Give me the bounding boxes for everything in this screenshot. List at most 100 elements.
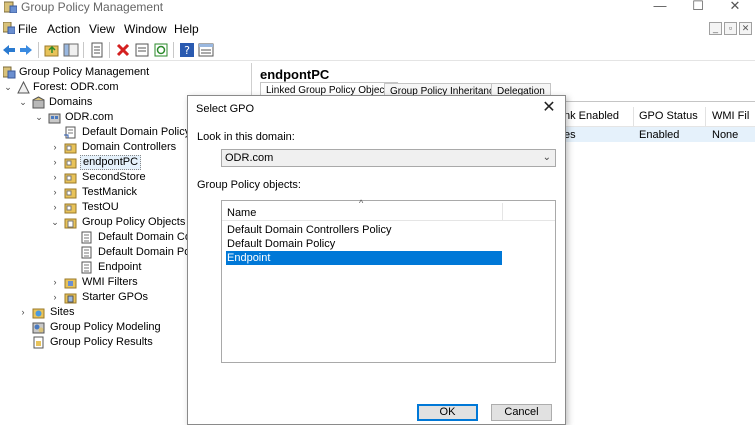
details-heading: endpontPC xyxy=(260,67,330,82)
chevron-down-icon[interactable]: ⌄ xyxy=(34,110,44,125)
export-list-icon[interactable] xyxy=(134,42,150,58)
list-item[interactable]: Default Domain Policy xyxy=(226,237,502,251)
gpo-container-folder-icon xyxy=(64,218,77,229)
wmi-folder-icon xyxy=(64,278,77,289)
mdi-restore-button[interactable]: ▫ xyxy=(724,22,737,35)
toolbar-separator xyxy=(83,42,84,58)
back-arrow-icon[interactable] xyxy=(1,42,17,58)
mdi-window-icon[interactable] xyxy=(3,22,15,34)
list-header[interactable]: Name ^ xyxy=(222,198,555,221)
dialog-close-button[interactable]: ✕ xyxy=(539,98,559,118)
menu-help[interactable]: Help xyxy=(174,22,199,36)
close-button[interactable]: ✕ xyxy=(715,0,755,14)
menu-window[interactable]: Window xyxy=(124,22,167,36)
look-in-domain-label: Look in this domain: xyxy=(197,131,295,143)
minimize-button[interactable]: — xyxy=(640,0,680,14)
tree-label: Group Policy Modeling xyxy=(50,321,161,333)
title-bar: Group Policy Management — ☐ ✕ xyxy=(0,0,755,16)
view-details-icon[interactable] xyxy=(198,42,214,58)
ou-folder-icon xyxy=(64,203,77,214)
chevron-right-icon[interactable]: › xyxy=(50,155,60,170)
chevron-down-icon[interactable]: ⌄ xyxy=(18,95,28,110)
tree-label: ODR.com xyxy=(65,111,114,123)
list-item-selected[interactable]: Endpoint xyxy=(226,251,502,265)
chevron-down-icon[interactable]: ⌄ xyxy=(543,150,551,166)
properties-icon[interactable] xyxy=(89,42,105,58)
column-separator[interactable] xyxy=(705,107,706,126)
starter-gpo-folder-icon xyxy=(64,293,77,304)
tree-item-forest[interactable]: ⌄ Forest: ODR.com xyxy=(0,80,250,95)
cell-gpo-status: Enabled xyxy=(639,129,680,141)
maximize-button[interactable]: ☐ xyxy=(678,0,718,14)
menu-view[interactable]: View xyxy=(89,22,115,36)
cancel-button[interactable]: Cancel xyxy=(491,404,552,421)
tree-label: Group Policy Objects xyxy=(82,216,186,228)
tree-label: TestOU xyxy=(82,201,119,213)
results-icon xyxy=(33,336,44,349)
column-wmi-filter[interactable]: WMI Fil xyxy=(712,110,749,122)
tree-label: Starter GPOs xyxy=(82,291,149,303)
domain-icon xyxy=(48,113,61,124)
chevron-down-icon[interactable]: ⌄ xyxy=(3,80,13,95)
chevron-right-icon[interactable]: › xyxy=(50,140,60,155)
tree-label: Group Policy Results xyxy=(50,336,153,348)
chevron-right-icon[interactable]: › xyxy=(50,170,60,185)
domain-select[interactable]: ODR.com ⌄ xyxy=(221,149,556,167)
column-separator[interactable] xyxy=(633,107,634,126)
help-icon[interactable]: ? xyxy=(179,42,195,58)
ou-folder-icon xyxy=(64,143,77,154)
tree-label: Domain Controllers xyxy=(82,141,177,153)
ou-folder-icon xyxy=(64,158,77,169)
cell-wmi-filter: None xyxy=(712,129,739,141)
tree-label: Forest: ODR.com xyxy=(33,81,119,93)
tree-label: SecondStore xyxy=(82,171,146,183)
mdi-close-button[interactable]: ✕ xyxy=(739,22,752,35)
ok-button[interactable]: OK xyxy=(417,404,478,421)
column-link-enabled[interactable]: nk Enabled xyxy=(564,110,619,122)
chevron-right-icon[interactable]: › xyxy=(50,200,60,215)
up-folder-icon[interactable] xyxy=(44,42,60,58)
gpm-root-icon xyxy=(3,66,16,79)
tree-label: Sites xyxy=(50,306,75,318)
ou-folder-icon xyxy=(64,173,77,184)
gpo-icon xyxy=(81,231,92,244)
chevron-right-icon[interactable]: › xyxy=(50,290,60,305)
tree-label: Domains xyxy=(49,96,93,108)
select-gpo-dialog: Select GPO ✕ Look in this domain: ODR.co… xyxy=(187,95,566,425)
refresh-icon[interactable] xyxy=(153,42,169,58)
dialog-title: Select GPO xyxy=(196,103,255,115)
tree-label-selected: endpontPC xyxy=(80,155,142,170)
tree-label: Default Domain Polic xyxy=(98,246,201,258)
window-title: Group Policy Management xyxy=(21,0,164,14)
tree-item-root[interactable]: Group Policy Management xyxy=(0,65,250,80)
gpo-icon xyxy=(81,246,92,259)
list-item[interactable]: Default Domain Controllers Policy xyxy=(226,223,502,237)
domain-select-value: ODR.com xyxy=(225,152,274,164)
gpo-listbox[interactable]: Name ^ Default Domain Controllers Policy… xyxy=(221,198,556,363)
toolbar-separator xyxy=(38,42,39,58)
chevron-right-icon[interactable]: › xyxy=(50,185,60,200)
tree-label: Endpoint xyxy=(98,261,142,273)
chevron-down-icon[interactable]: ⌄ xyxy=(50,215,60,230)
menu-action[interactable]: Action xyxy=(47,22,80,36)
column-separator[interactable] xyxy=(502,203,503,220)
menu-file[interactable]: File xyxy=(18,22,37,36)
chevron-right-icon[interactable]: › xyxy=(50,275,60,290)
tree-label: Default Domain Policy xyxy=(82,126,191,138)
delete-icon[interactable] xyxy=(115,42,131,58)
toolbar-separator xyxy=(173,42,174,58)
column-gpo-status[interactable]: GPO Status xyxy=(639,110,698,122)
mdi-minimize-button[interactable]: _ xyxy=(709,22,722,35)
svg-text:?: ? xyxy=(184,44,190,57)
column-name[interactable]: Name xyxy=(227,207,256,219)
ou-folder-icon xyxy=(64,188,77,199)
gpm-app-icon xyxy=(4,1,17,13)
sort-ascending-icon: ^ xyxy=(359,198,364,208)
show-hide-tree-icon[interactable] xyxy=(63,42,79,58)
modeling-icon xyxy=(32,322,45,334)
forward-arrow-icon[interactable] xyxy=(18,42,34,58)
tree-label: TestManick xyxy=(82,186,138,198)
sites-icon xyxy=(32,308,45,319)
chevron-right-icon[interactable]: › xyxy=(18,305,28,320)
gpo-icon xyxy=(81,261,92,274)
